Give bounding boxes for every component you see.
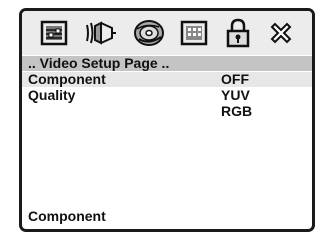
close-icon[interactable] [264, 16, 298, 50]
page-title: .. Video Setup Page .. [28, 55, 170, 71]
disc-icon[interactable] [132, 16, 166, 50]
video-screen-icon[interactable] [177, 16, 211, 50]
page-title-bar: .. Video Setup Page .. [22, 56, 312, 71]
audio-speaker-icon[interactable] [84, 16, 118, 50]
setting-label: Quality [28, 87, 76, 103]
lock-icon[interactable] [221, 16, 255, 50]
setting-value: OFF [221, 71, 249, 87]
option-yuv[interactable]: YUV [221, 88, 250, 103]
setting-row-quality[interactable]: Quality [22, 88, 312, 103]
setting-row-component[interactable]: Component OFF [22, 72, 312, 87]
setting-label: Component [28, 71, 106, 87]
status-text: Component [28, 208, 106, 224]
general-setup-icon[interactable] [37, 16, 71, 50]
dvd-setup-menu: .. Video Setup Page .. Component OFF Qua… [19, 8, 315, 232]
option-rgb[interactable]: RGB [221, 104, 252, 119]
setup-toolbar [22, 11, 312, 55]
